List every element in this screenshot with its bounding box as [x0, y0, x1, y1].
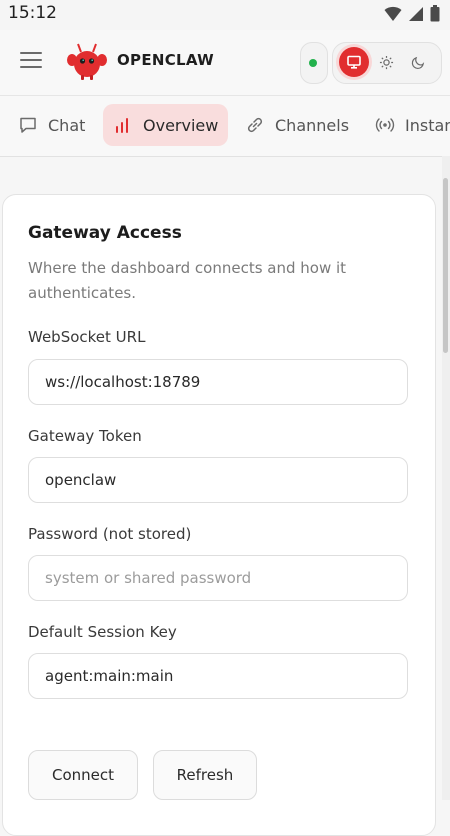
tab-instances-label: Instan [405, 115, 450, 135]
gateway-access-card: Gateway Access Where the dashboard conne… [2, 194, 436, 836]
status-dot [309, 59, 317, 67]
theme-toggle[interactable] [332, 42, 442, 84]
wifi-icon [384, 6, 402, 21]
card-title: Gateway Access [28, 223, 182, 243]
password-input[interactable] [28, 555, 408, 601]
link-icon [247, 117, 263, 133]
tab-overview[interactable]: Overview [103, 104, 229, 146]
theme-dark-button[interactable] [403, 47, 433, 77]
brand-name: OPENCLAW [117, 51, 214, 69]
moon-icon [411, 56, 424, 69]
status-bar: 15:12 [0, 0, 450, 30]
session-key-input[interactable] [28, 653, 408, 699]
battery-icon [430, 5, 440, 22]
session-key-label: Default Session Key [28, 623, 177, 641]
tab-channels[interactable]: Channels [235, 104, 359, 146]
menu-icon[interactable] [20, 52, 42, 70]
status-time: 15:12 [8, 3, 57, 23]
bar-chart-icon [116, 118, 128, 133]
password-label: Password (not stored) [28, 525, 192, 543]
tab-chat-label: Chat [48, 115, 86, 135]
scrollbar-thumb[interactable] [443, 178, 448, 353]
theme-light-button[interactable] [371, 47, 401, 77]
tab-overview-label: Overview [143, 115, 219, 135]
tab-instances[interactable]: Instan [365, 104, 450, 146]
app-header: OPENCLAW [0, 30, 450, 96]
tab-channels-label: Channels [275, 115, 350, 135]
broadcast-icon [375, 118, 395, 132]
tab-chat[interactable]: Chat [8, 104, 95, 146]
refresh-button[interactable]: Refresh [153, 750, 257, 800]
status-icons [384, 5, 440, 22]
gateway-token-input[interactable] [28, 457, 408, 503]
openclaw-logo-icon [67, 43, 107, 80]
monitor-icon [347, 55, 361, 69]
chat-bubble-icon [20, 117, 36, 133]
gateway-token-label: Gateway Token [28, 427, 142, 445]
websocket-url-input[interactable] [28, 359, 408, 405]
connect-button[interactable]: Connect [28, 750, 138, 800]
nav-tabs: Chat Overview Channels Instan [0, 96, 450, 157]
signal-icon [409, 6, 423, 21]
websocket-url-label: WebSocket URL [28, 328, 146, 346]
theme-system-button[interactable] [339, 47, 369, 77]
sun-icon [379, 55, 393, 69]
connection-status [300, 42, 328, 84]
card-subtitle: Where the dashboard connects and how it … [28, 259, 347, 302]
